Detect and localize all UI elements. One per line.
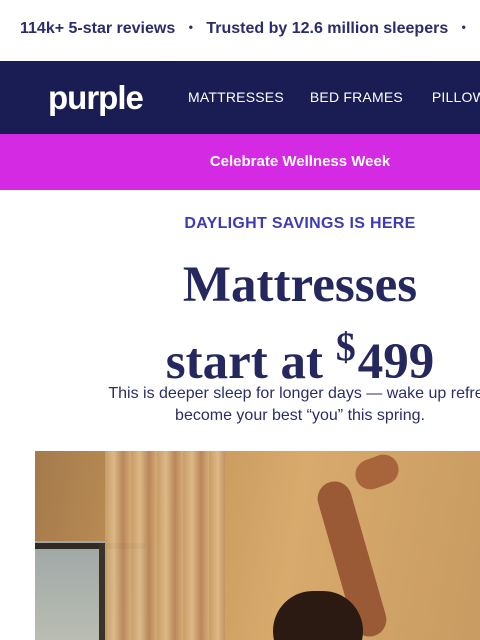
hero-section: DAYLIGHT SAVINGS IS HERE Mattresses star… [0, 190, 480, 640]
hand-shape [351, 451, 403, 494]
headline-prefix: start at [165, 334, 323, 390]
nav-link-bed-frames[interactable]: BED FRAMES [310, 89, 403, 105]
hero-photo[interactable] [35, 451, 480, 640]
headline-line-2: start at $499 [0, 316, 480, 393]
ticker-separator: • [461, 20, 466, 34]
nav-link-pillows[interactable]: PILLOWS [432, 89, 480, 105]
ticker-separator: • [188, 20, 193, 34]
promo-banner: Celebrate Wellness Week [0, 134, 480, 190]
review-ticker: 114k+ 5-star reviews • Trusted by 12.6 m… [0, 0, 480, 61]
currency-symbol: $ [335, 324, 356, 369]
nav-links: MATTRESSES BED FRAMES PILLOWS [188, 89, 480, 105]
ticker-item-sleepers: Trusted by 12.6 million sleepers [206, 20, 449, 37]
curtain-shape [105, 451, 225, 640]
hero-price: 499 [357, 334, 435, 390]
purple-logo[interactable]: purple [48, 79, 144, 117]
promo-link[interactable]: Celebrate Wellness Week [0, 153, 480, 170]
subcopy-line-1: This is deeper sleep for longer days — w… [108, 385, 480, 402]
subcopy-line-2: become your best “you” this spring. [175, 407, 425, 424]
hero-subcopy: This is deeper sleep for longer days — w… [0, 383, 480, 427]
main-navbar: purple MATTRESSES BED FRAMES PILLOWS [0, 61, 480, 134]
ticker-item-reviews: 114k+ 5-star reviews [20, 20, 176, 37]
ticker-track: 114k+ 5-star reviews • Trusted by 12.6 m… [20, 20, 480, 38]
hero-headline: Mattresses start at $499 [0, 254, 480, 393]
nav-link-mattresses[interactable]: MATTRESSES [188, 89, 284, 105]
headline-line-1: Mattresses [182, 257, 418, 313]
hero-eyebrow: DAYLIGHT SAVINGS IS HERE [184, 215, 416, 232]
